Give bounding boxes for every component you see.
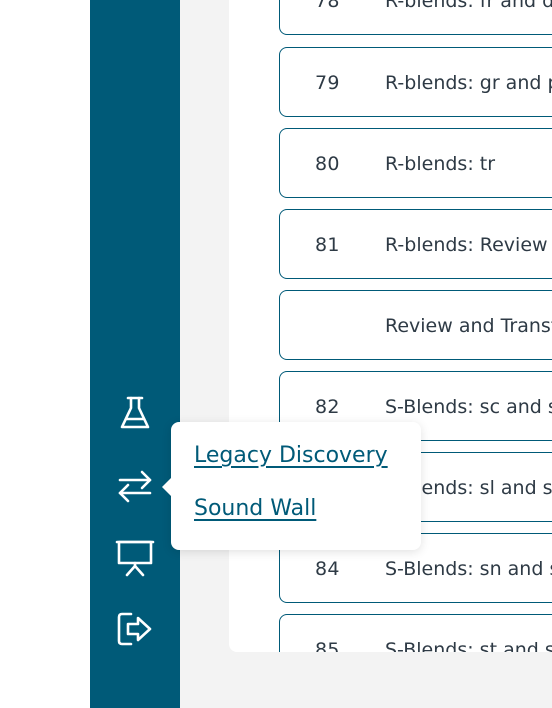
lesson-title: R-blends: tr bbox=[385, 153, 496, 175]
sidebar-nav bbox=[90, 0, 180, 708]
sign-out-icon[interactable] bbox=[112, 606, 158, 652]
lesson-number: 79 bbox=[315, 72, 340, 94]
lesson-list-panel: 78 R-blends: fr and dr 79 R-blends: gr a… bbox=[229, 0, 552, 652]
lesson-title: R-blends: fr and dr bbox=[385, 0, 552, 12]
lesson-title: S-Blends: st and sw bbox=[385, 639, 552, 652]
lesson-number: 78 bbox=[315, 0, 340, 12]
lesson-row[interactable]: 80 R-blends: tr bbox=[279, 128, 552, 198]
lesson-row[interactable]: 78 R-blends: fr and dr bbox=[279, 0, 552, 35]
switch-app-popover: Legacy Discovery Sound Wall bbox=[162, 422, 421, 550]
lesson-row[interactable]: 79 R-blends: gr and pr bbox=[279, 47, 552, 117]
lesson-number: 80 bbox=[315, 153, 340, 175]
popover-arrow bbox=[162, 478, 171, 496]
lesson-row[interactable]: 85 S-Blends: st and sw bbox=[279, 614, 552, 652]
swap-arrows-icon[interactable] bbox=[112, 463, 158, 509]
lesson-row[interactable]: 81 R-blends: Review bbox=[279, 209, 552, 279]
lesson-title: Review and Transfer bbox=[385, 315, 552, 337]
lesson-title: R-blends: Review bbox=[385, 234, 548, 256]
presentation-board-icon[interactable] bbox=[112, 534, 158, 580]
lesson-row[interactable]: Review and Transfer bbox=[279, 290, 552, 360]
page-margin bbox=[0, 0, 90, 708]
flask-icon[interactable] bbox=[112, 390, 158, 436]
sound-wall-link[interactable]: Sound Wall bbox=[194, 496, 316, 521]
legacy-discovery-link[interactable]: Legacy Discovery bbox=[194, 443, 388, 468]
lesson-title: R-blends: gr and pr bbox=[385, 72, 552, 94]
lesson-number: 85 bbox=[315, 639, 340, 652]
lesson-number: 81 bbox=[315, 234, 340, 256]
